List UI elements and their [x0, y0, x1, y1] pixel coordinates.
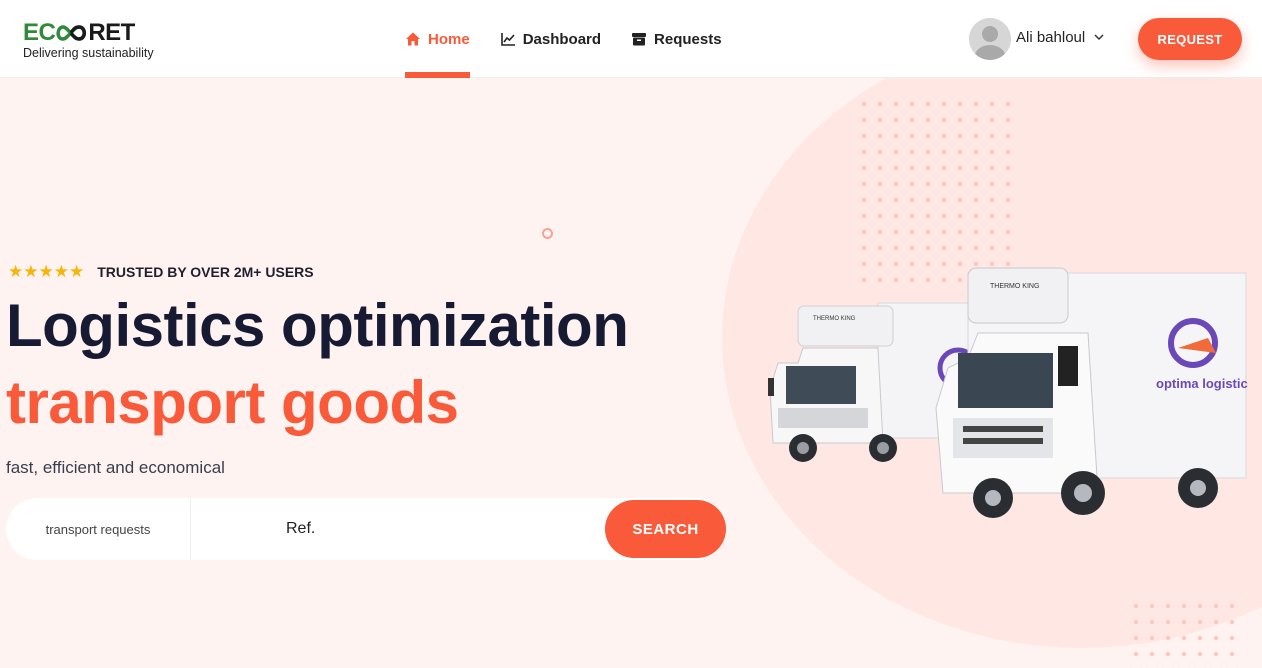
logo-wordmark: EC RET [23, 20, 154, 46]
logo-text-left: EC [23, 19, 56, 46]
dot-grid-decoration-bottom [1130, 600, 1240, 668]
nav-item-dashboard[interactable]: Dashboard [500, 0, 601, 78]
trucks-illustration: THERMO KING THERMO KING optima logistic [768, 267, 1248, 518]
rating-badge: ★★★★★ TRUSTED BY OVER 2M+ USERS [8, 262, 314, 282]
top-navbar: EC RET Delivering sustainability Home Da… [0, 0, 1262, 78]
rating-text: TRUSTED BY OVER 2M+ USERS [97, 264, 314, 280]
nav-item-home[interactable]: Home [405, 0, 470, 78]
ecoret-logo[interactable]: EC RET Delivering sustainability [23, 20, 154, 61]
nav-label-home: Home [428, 30, 470, 48]
truck-brand-text: optima logistic [1156, 376, 1248, 391]
hero-subtitle: fast, efficient and economical [6, 458, 225, 477]
archive-box-icon [631, 31, 647, 47]
search-bar: transport requests SEARCH [6, 498, 726, 560]
nav-label-dashboard: Dashboard [522, 30, 602, 48]
search-button[interactable]: SEARCH [605, 500, 726, 558]
avatar [969, 18, 1011, 60]
chevron-down-icon [1094, 34, 1104, 41]
logo-text-right: RET [88, 19, 135, 46]
user-menu[interactable]: Ali bahloul [969, 18, 1105, 60]
logo-tagline: Delivering sustainability [23, 46, 154, 60]
infinity-icon [56, 25, 87, 41]
hero-title-line2: transport goods [6, 369, 459, 436]
reefer-label-big: THERMO KING [990, 283, 1039, 290]
hero-section: ★★★★★ TRUSTED BY OVER 2M+ USERS Logistic… [0, 78, 1262, 668]
nav-label-requests: Requests [654, 30, 722, 48]
stars-icon: ★★★★★ [8, 262, 85, 281]
home-icon [405, 31, 421, 47]
user-silhouette-icon [969, 18, 1011, 60]
nav-item-requests[interactable]: Requests [631, 0, 722, 78]
chart-line-icon [500, 31, 516, 47]
search-category-select[interactable]: transport requests [6, 498, 191, 560]
search-input[interactable] [191, 498, 605, 560]
ring-decoration [542, 228, 553, 239]
reefer-label-small: THERMO KING [813, 316, 856, 322]
hero-title-line1: Logistics optimization [6, 292, 629, 359]
request-button[interactable]: REQUEST [1138, 18, 1242, 60]
main-nav: Home Dashboard Requests [405, 0, 752, 78]
user-name: Ali bahloul [1016, 28, 1086, 46]
front-truck: THERMO KING optima logistic [935, 267, 1248, 518]
